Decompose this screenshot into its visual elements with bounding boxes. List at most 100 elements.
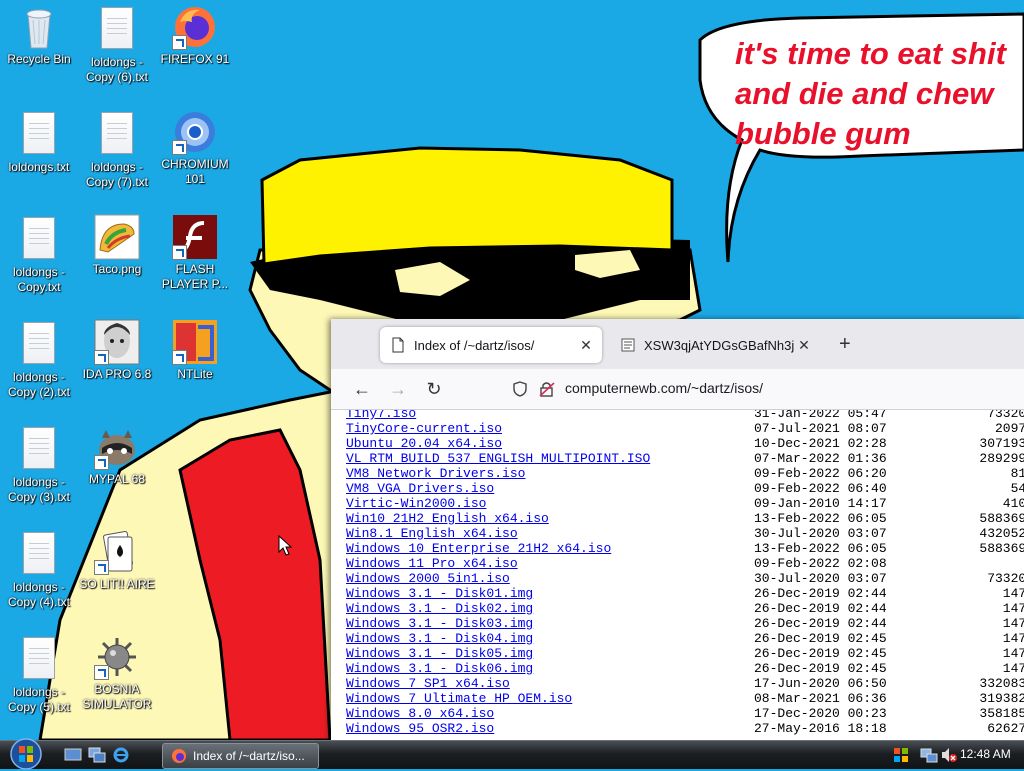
network-tray-icon[interactable] bbox=[920, 746, 938, 764]
desktop-icon-label: loldongs - Copy (7).txt bbox=[85, 160, 148, 189]
file-date: 09-Feb-2022 06:40 bbox=[754, 481, 887, 496]
new-tab-button[interactable]: + bbox=[839, 333, 851, 356]
file-size: 733204 bbox=[987, 571, 1024, 586]
file-size: 817 bbox=[1010, 466, 1024, 481]
file-link[interactable]: Virtic-Win2000.iso bbox=[346, 496, 486, 511]
back-arrow-icon[interactable]: ← bbox=[350, 377, 374, 401]
file-link[interactable]: Windows 3.1 - Disk06.img bbox=[346, 661, 533, 676]
desktop-icon-loldongs-copy-4[interactable]: loldongs - Copy (4).txt bbox=[0, 529, 78, 610]
file-link[interactable]: Windows 3.1 - Disk04.img bbox=[346, 631, 533, 646]
ntlite-icon bbox=[172, 319, 218, 365]
desktop-icon-loldongs[interactable]: loldongs.txt bbox=[0, 109, 78, 175]
shortcut-arrow-icon bbox=[94, 560, 109, 575]
file-size: 3581853 bbox=[979, 706, 1024, 721]
file-link[interactable]: Windows 3.1 - Disk01.img bbox=[346, 586, 533, 601]
desktop-icon-ida-pro[interactable]: IDA PRO 6.8 bbox=[78, 319, 156, 382]
file-link[interactable]: Windows 3.1 - Disk02.img bbox=[346, 601, 533, 616]
close-tab-icon[interactable]: ✕ bbox=[576, 337, 596, 354]
file-size: 1474 bbox=[1002, 586, 1024, 601]
text-file-icon bbox=[16, 217, 62, 263]
taskbar-clock[interactable]: 12:48 AM bbox=[960, 747, 1011, 761]
desktop-icon-taco-png[interactable]: Taco.png bbox=[78, 214, 156, 277]
taco-image-icon bbox=[94, 214, 140, 260]
firefox-window[interactable]: Index of /~dartz/isos/ ✕ XSW3qjAtYDGsGBa… bbox=[331, 319, 1024, 740]
file-link[interactable]: Win10 21H2 English x64.iso bbox=[346, 511, 549, 526]
address-bar[interactable]: computernewb.com/~dartz/isos/ bbox=[501, 375, 1021, 403]
desktop-icon-label: loldongs - Copy (2).txt bbox=[7, 370, 70, 399]
volume-muted-icon[interactable] bbox=[940, 746, 958, 764]
shortcut-arrow-icon bbox=[172, 140, 187, 155]
switch-windows-icon[interactable] bbox=[88, 747, 106, 763]
file-link[interactable]: TinyCore-current.iso bbox=[346, 421, 502, 436]
shortcut-arrow-icon bbox=[172, 245, 187, 260]
text-file-icon bbox=[16, 427, 62, 473]
navigation-toolbar: ← → ↻ computernewb.com/~dartz/isos/ bbox=[331, 369, 1024, 410]
desktop-icon-label: loldongs - Copy (4).txt bbox=[7, 580, 70, 609]
file-link[interactable]: Windows 3.1 - Disk03.img bbox=[346, 616, 533, 631]
insecure-lock-icon[interactable] bbox=[539, 380, 555, 398]
desktop-icon-label: CHROMIUM 101 bbox=[161, 157, 229, 186]
tab-title: Index of /~dartz/isos/ bbox=[414, 337, 535, 353]
close-tab-icon[interactable]: ✕ bbox=[794, 337, 814, 354]
desktop-icon-loldongs-copy-3[interactable]: loldongs - Copy (3).txt bbox=[0, 424, 78, 505]
file-link[interactable]: VM8 VGA Drivers.iso bbox=[346, 481, 494, 496]
desktop-icon-flash-player[interactable]: FLASH PLAYER P... bbox=[156, 214, 234, 292]
desktop-icon-firefox-91[interactable]: FIREFOX 91 bbox=[156, 4, 234, 67]
shield-icon[interactable] bbox=[513, 381, 527, 397]
file-link[interactable]: Windows 3.1 - Disk05.img bbox=[346, 646, 533, 661]
file-link[interactable]: Windows 2000 5in1.iso bbox=[346, 571, 510, 586]
file-link[interactable]: Windows 8.0 x64.iso bbox=[346, 706, 494, 721]
desktop-icon-loldongs-copy-2[interactable]: loldongs - Copy (2).txt bbox=[0, 319, 78, 400]
forward-arrow-icon[interactable]: → bbox=[386, 377, 410, 401]
file-date: 10-Dec-2021 02:28 bbox=[754, 436, 887, 451]
directory-listing: Tiny7.iso 31-Jan-2022 05:47 733206 TinyCore… bbox=[331, 410, 1024, 740]
file-link[interactable]: Windows 95 OSR2.iso bbox=[346, 721, 494, 736]
taskbar-firefox-task[interactable]: Index of /~dartz/iso... bbox=[162, 743, 319, 769]
file-link[interactable]: VM8 Network Drivers.iso bbox=[346, 466, 525, 481]
windows-flag-tray-icon[interactable] bbox=[892, 746, 910, 764]
desktop-icon-ntlite[interactable]: NTLite bbox=[156, 319, 234, 382]
shortcut-arrow-icon bbox=[172, 35, 187, 50]
desktop-icon-label: SO LIT!! AIRE bbox=[79, 577, 155, 591]
internet-explorer-icon[interactable] bbox=[112, 747, 130, 763]
file-date: 26-Dec-2019 02:44 bbox=[754, 616, 887, 631]
desktop-icon-label: loldongs.txt bbox=[8, 160, 70, 174]
file-icon bbox=[390, 337, 406, 353]
desktop-icon-bosnia-simulator[interactable]: BOSNIA SIMULATOR bbox=[78, 634, 156, 712]
desktop-icon-loldongs-copy-7[interactable]: loldongs - Copy (7).txt bbox=[78, 109, 156, 190]
show-desktop-icon[interactable] bbox=[64, 747, 82, 763]
file-date: 09-Jan-2010 14:17 bbox=[754, 496, 887, 511]
tab-index-of-isos[interactable]: Index of /~dartz/isos/ ✕ bbox=[380, 327, 602, 363]
start-button[interactable] bbox=[6, 737, 46, 771]
file-size: 1474 bbox=[1002, 631, 1024, 646]
file-date: 27-May-2016 18:18 bbox=[754, 721, 887, 736]
file-date: 26-Dec-2019 02:45 bbox=[754, 661, 887, 676]
file-link[interactable]: Tiny7.iso bbox=[346, 410, 416, 421]
desktop-icon-recycle-bin[interactable]: Recycle Bin bbox=[0, 4, 78, 67]
tab-colab[interactable]: XSW3qjAtYDGsGBafNh3j | Colla ✕ bbox=[610, 327, 820, 363]
reload-icon[interactable]: ↻ bbox=[422, 377, 446, 401]
desktop-icon-chromium-101[interactable]: CHROMIUM 101 bbox=[156, 109, 234, 187]
desktop-icon-loldongs-copy-5[interactable]: loldongs - Copy (5).txt bbox=[0, 634, 78, 715]
file-link[interactable]: Windows 7 Ultimate HP OEM.iso bbox=[346, 691, 572, 706]
ida-pro-icon bbox=[94, 319, 140, 365]
desktop-icon-mypal-68[interactable]: MYPAL 68 bbox=[78, 424, 156, 487]
speech-line-2: and die and chew bbox=[735, 76, 994, 111]
file-size: 4320526 bbox=[979, 526, 1024, 541]
mouse-cursor-icon bbox=[278, 535, 292, 556]
file-link[interactable]: Windows 11 Pro x64.iso bbox=[346, 556, 518, 571]
file-link[interactable]: Ubuntu 20.04 x64.iso bbox=[346, 436, 502, 451]
file-link[interactable]: Windows 10 Enterprise 21H2 x64.iso bbox=[346, 541, 611, 556]
file-link[interactable]: Windows 7 SP1 x64.iso bbox=[346, 676, 510, 691]
file-date: 09-Feb-2022 06:20 bbox=[754, 466, 887, 481]
firefox-icon bbox=[172, 749, 186, 763]
desktop-icon-label: FIREFOX 91 bbox=[160, 52, 230, 66]
file-date: 30-Jul-2020 03:07 bbox=[754, 571, 887, 586]
text-file-icon bbox=[16, 112, 62, 158]
desktop-icon-loldongs-copy[interactable]: loldongs - Copy.txt bbox=[0, 214, 78, 295]
file-link[interactable]: Win8.1 English x64.iso bbox=[346, 526, 518, 541]
playing-cards-icon bbox=[94, 529, 140, 575]
file-link[interactable]: VL RTM BUILD 537 ENGLISH MULTIPOINT.ISO bbox=[346, 451, 650, 466]
desktop-icon-solitaire[interactable]: SO LIT!! AIRE bbox=[78, 529, 156, 592]
desktop-icon-loldongs-copy-6[interactable]: loldongs - Copy (6).txt bbox=[78, 4, 156, 85]
